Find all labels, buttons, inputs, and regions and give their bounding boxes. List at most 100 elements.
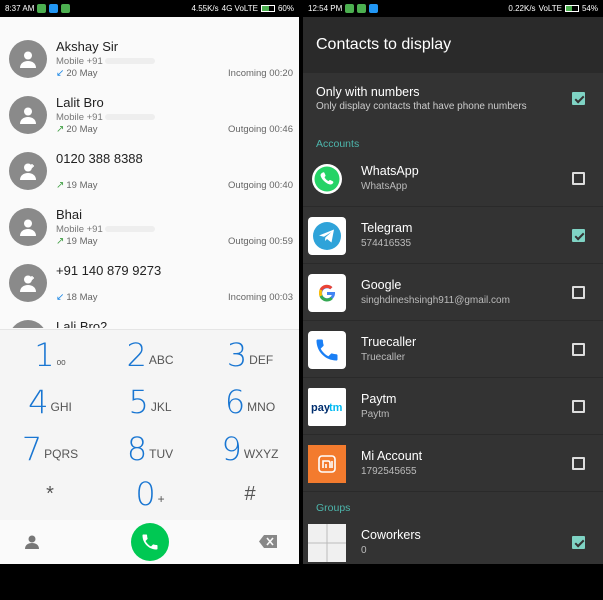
dialpad-key-1[interactable]: 1 ₒₒ — [0, 332, 100, 378]
key-digit: 3 — [226, 336, 248, 374]
account-row-telegram[interactable]: Telegram 574416535 — [303, 207, 603, 264]
battery-icon — [260, 5, 275, 12]
accounts-section-header: Accounts — [316, 138, 360, 150]
call-log-item[interactable]: 0120 388 8388 ↗ 19 May Outgoing 00:40 — [0, 140, 299, 196]
dialpad-key-4[interactable]: 4 GHI — [0, 379, 100, 425]
message-notification-icon — [345, 4, 355, 13]
call-log-list: Akshay Sir Mobile +91 ↙ 20 May Incoming 00:… — [0, 28, 299, 328]
key-digit: 5 — [128, 383, 149, 421]
call-log-item[interactable]: Lalit Bro Mobile +91 ↗ 20 May Outgoing 00:4… — [0, 84, 299, 140]
avatar[interactable] — [9, 152, 47, 190]
call-button[interactable] — [131, 523, 169, 561]
call-log-item[interactable]: Lali Bro2 — [0, 308, 299, 328]
account-name: Telegram — [361, 221, 413, 235]
navigation-bar — [303, 564, 603, 600]
caller-name: Lalit Bro — [56, 95, 104, 110]
account-row-paytm[interactable]: pay tm Paytm Paytm — [303, 378, 603, 435]
caller-number-label: Mobile +91 — [56, 56, 156, 67]
key-letters: WXYZ — [243, 447, 279, 461]
account-checkbox[interactable] — [572, 400, 585, 413]
avatar[interactable] — [9, 208, 47, 246]
network-type: VoLTE — [538, 4, 562, 13]
account-checkbox[interactable] — [572, 343, 585, 356]
dialpad-key-5[interactable]: 5 JKL — [100, 379, 200, 425]
account-detail: 1792545655 — [361, 466, 417, 477]
call-date: ↗ 19 May — [56, 236, 98, 247]
dialpad-key-star[interactable]: * — [0, 471, 100, 517]
caller-number-label: Mobile +91 — [56, 112, 156, 123]
network-speed: 4.55K/s — [191, 4, 219, 13]
key-letters: JKL — [150, 400, 172, 414]
account-checkbox[interactable] — [572, 229, 585, 242]
call-status: Incoming 00:20 — [228, 68, 293, 79]
avatar[interactable] — [9, 320, 47, 328]
backspace-icon[interactable] — [259, 535, 277, 548]
only-with-numbers-checkbox[interactable] — [572, 92, 585, 105]
dialpad-key-hash[interactable]: # — [200, 471, 299, 517]
key-letters: GHI — [50, 400, 72, 414]
status-time: 12:54 PM — [308, 4, 343, 13]
person-icon — [20, 163, 36, 180]
person-icon — [20, 275, 36, 292]
account-name: Google — [361, 278, 402, 292]
key-letters: ₒₒ — [56, 353, 66, 367]
person-icon — [20, 51, 36, 68]
account-checkbox[interactable] — [572, 172, 585, 185]
incoming-call-icon: ↙ — [56, 292, 65, 303]
call-date: ↗ 19 May — [56, 180, 98, 191]
account-name: Paytm — [361, 392, 397, 406]
battery-level: 60% — [277, 4, 294, 13]
group-grid-icon — [308, 524, 346, 562]
avatar[interactable] — [9, 40, 47, 78]
key-digit: 1 — [34, 336, 55, 374]
call-log-item[interactable]: Bhai Mobile +91 ↗ 19 May Outgoing 00:59 — [0, 196, 299, 252]
battery-icon — [564, 5, 579, 12]
whatsapp-notification-icon — [357, 4, 367, 13]
account-row-google[interactable]: Google singhdineshsingh911@gmail.com — [303, 264, 603, 321]
account-checkbox[interactable] — [572, 457, 585, 470]
account-detail: WhatsApp — [361, 181, 408, 192]
key-letters: MNO — [247, 400, 276, 414]
caller-number-label: Mobile +91 — [56, 224, 156, 235]
avatar[interactable] — [9, 264, 47, 302]
call-log-item[interactable]: +91 140 879 9273 ↙ 18 May Incoming 00:03 — [0, 252, 299, 308]
avatar[interactable] — [9, 96, 47, 134]
caller-name: Akshay Sir — [56, 39, 119, 54]
dialpad-key-9[interactable]: 9 WXYZ — [200, 426, 299, 472]
incoming-call-icon: ↙ — [56, 68, 65, 79]
outgoing-call-icon: ↗ — [56, 124, 65, 135]
call-status: Outgoing 00:59 — [228, 236, 293, 247]
dialpad: 1 ₒₒ 2 ABC 3 DEF 4 GHI 5 JKL 6 MNO 7 PQRS 8 TUV 9 WXYZ * 0 +… — [0, 329, 299, 520]
account-row-truecaller[interactable]: Truecaller Truecaller — [303, 321, 603, 378]
call-date: ↗ 20 May — [56, 124, 98, 135]
caller-name: 0120 388 8388 — [56, 151, 143, 166]
group-row-coworkers[interactable]: Coworkers 0 — [303, 514, 603, 571]
dialpad-key-8[interactable]: 8 TUV — [100, 426, 200, 472]
status-time: 8:37 AM — [5, 4, 35, 13]
contacts-icon[interactable] — [24, 534, 40, 550]
account-detail: singhdineshsingh911@gmail.com — [361, 295, 510, 306]
call-log-item[interactable]: Akshay Sir Mobile +91 ↙ 20 May Incoming 00:… — [0, 28, 299, 84]
dialpad-key-3[interactable]: 3 DEF — [200, 332, 299, 378]
person-icon — [20, 219, 36, 236]
dialpad-key-0[interactable]: 0 + — [100, 471, 200, 517]
key-letters: DEF — [249, 353, 274, 367]
account-row-whatsapp[interactable]: WhatsApp WhatsApp — [303, 150, 603, 207]
account-detail: Paytm — [361, 409, 390, 420]
only-with-numbers-option[interactable]: Only with numbers Only display contacts … — [303, 73, 603, 128]
account-name: Mi Account — [361, 449, 423, 463]
account-name: WhatsApp — [361, 164, 419, 178]
dialpad-key-6[interactable]: 6 MNO — [200, 379, 299, 425]
account-row-mi-account[interactable]: Mi Account 1792545655 — [303, 435, 603, 492]
dialpad-key-2[interactable]: 2 ABC — [100, 332, 200, 378]
account-checkbox[interactable] — [572, 286, 585, 299]
call-status: Outgoing 00:40 — [228, 180, 293, 191]
dialpad-key-7[interactable]: 7 PQRS — [0, 426, 100, 472]
key-digit: 2 — [126, 336, 147, 374]
network-type: 4G VoLTE — [221, 4, 258, 13]
group-checkbox[interactable] — [572, 536, 585, 549]
key-digit: 0 — [135, 475, 156, 513]
redacted-number — [105, 226, 156, 233]
phone-icon — [142, 534, 158, 550]
option-title: Only with numbers — [316, 85, 420, 99]
